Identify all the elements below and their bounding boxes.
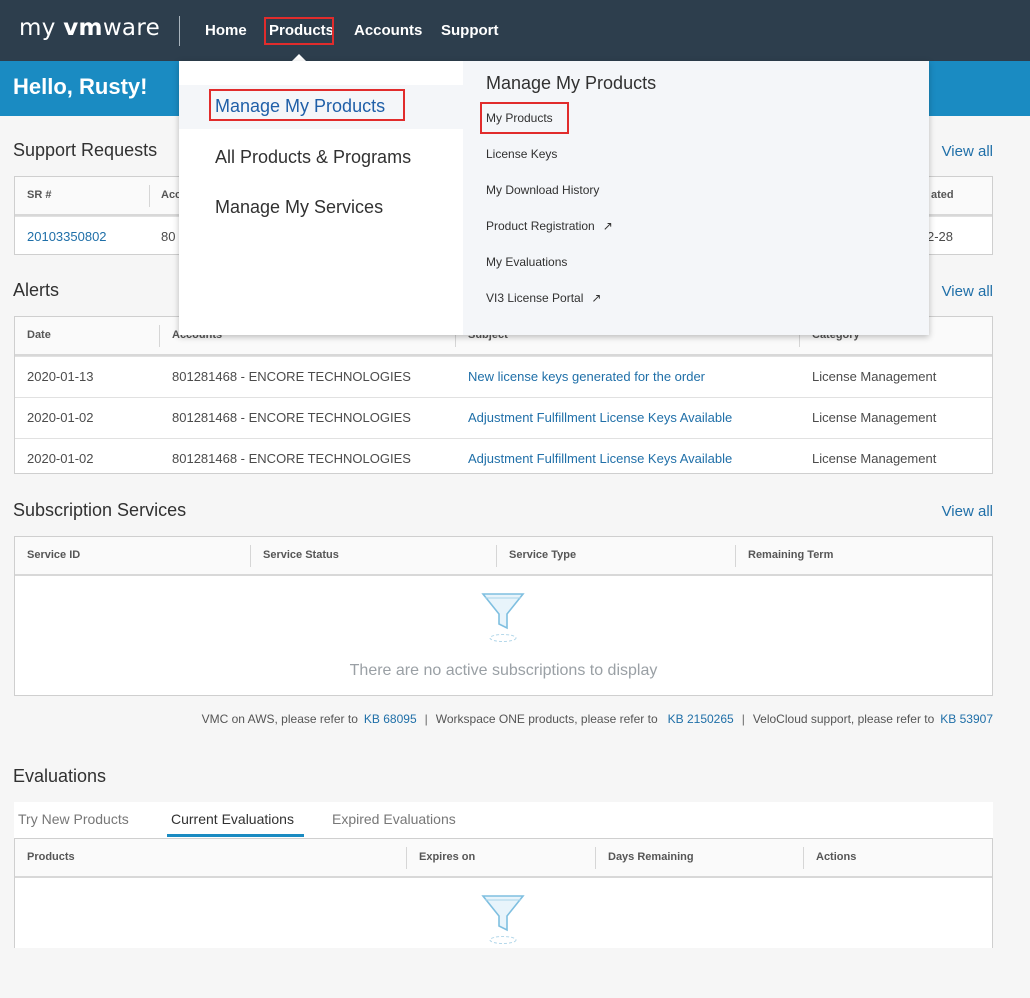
greeting-text: Hello, Rusty! bbox=[13, 74, 148, 99]
table-row: 2020-01-02 801281468 - ENCORE TECHNOLOGI… bbox=[15, 397, 992, 438]
table-row: 2020-01-02 801281468 - ENCORE TECHNOLOGI… bbox=[15, 438, 992, 479]
alert-category: License Management bbox=[812, 410, 937, 425]
tab-try-new-products[interactable]: Try New Products bbox=[18, 811, 129, 827]
alert-account: 801281468 - ENCORE TECHNOLOGIES bbox=[172, 410, 411, 425]
vmware-logo[interactable]: my vmware bbox=[19, 15, 160, 41]
link-label: VI3 License Portal bbox=[486, 291, 584, 305]
column-divider bbox=[803, 847, 804, 869]
subscription-services-title: Subscription Services bbox=[13, 500, 187, 520]
table-header: Service ID Service Status Service Type R… bbox=[15, 537, 992, 576]
active-tab-indicator bbox=[167, 834, 304, 837]
evaluations-table: Products Expires on Days Remaining Actio… bbox=[14, 838, 993, 948]
products-dropdown-menu: Manage My Products All Products & Progra… bbox=[179, 61, 929, 335]
alerts-table: Date Accounts Subject Category 2020-01-1… bbox=[14, 316, 993, 474]
evaluations-title: Evaluations bbox=[13, 766, 107, 786]
column-header[interactable]: SR # bbox=[27, 177, 51, 214]
column-divider bbox=[496, 545, 497, 567]
column-divider bbox=[406, 847, 407, 869]
alerts-title: Alerts bbox=[13, 280, 60, 300]
table-row: 2020-01-13 801281468 - ENCORE TECHNOLOGI… bbox=[15, 356, 992, 397]
ref-text: VeloCloud support, please refer to bbox=[752, 712, 935, 726]
alert-date: 2020-01-13 bbox=[27, 369, 94, 384]
link-license-keys[interactable]: License Keys bbox=[486, 147, 557, 161]
nav-support[interactable]: Support bbox=[441, 0, 499, 61]
menu-all-products-programs[interactable]: All Products & Programs bbox=[215, 147, 411, 168]
kb-link[interactable]: KB 53907 bbox=[940, 712, 993, 726]
column-divider bbox=[250, 545, 251, 567]
kb-link[interactable]: KB 68095 bbox=[364, 712, 417, 726]
link-my-evaluations[interactable]: My Evaluations bbox=[486, 255, 567, 269]
ref-text: Workspace ONE products, please refer to bbox=[435, 712, 658, 726]
sr-number-link[interactable]: 20103350802 bbox=[27, 217, 107, 257]
table-cell: 80 bbox=[161, 229, 176, 244]
link-product-registration[interactable]: Product Registration ↗ bbox=[486, 219, 613, 233]
tab-expired-evaluations[interactable]: Expired Evaluations bbox=[332, 811, 456, 827]
alert-account: 801281468 - ENCORE TECHNOLOGIES bbox=[172, 451, 411, 466]
my-products-highlight bbox=[480, 102, 569, 134]
nav-accounts[interactable]: Accounts bbox=[354, 0, 422, 61]
ref-text: VMC on AWS, please refer to bbox=[201, 712, 358, 726]
column-header[interactable]: Service ID bbox=[27, 537, 80, 574]
alert-account: 801281468 - ENCORE TECHNOLOGIES bbox=[172, 369, 411, 384]
column-header[interactable]: Expires on bbox=[419, 839, 475, 876]
subscriptions-table: Service ID Service Status Service Type R… bbox=[14, 536, 993, 696]
support-requests-title: Support Requests bbox=[13, 140, 158, 160]
manage-my-products-highlight bbox=[209, 89, 405, 121]
column-divider bbox=[595, 847, 596, 869]
nav-home[interactable]: Home bbox=[205, 0, 247, 61]
column-header[interactable]: Date bbox=[27, 317, 51, 354]
alert-date: 2020-01-02 bbox=[27, 410, 94, 425]
column-divider bbox=[735, 545, 736, 567]
kb-link[interactable]: KB 2150265 bbox=[668, 712, 734, 726]
funnel-icon bbox=[481, 593, 525, 642]
alerts-view-all-link[interactable]: View all bbox=[942, 283, 993, 300]
external-link-icon: ↗ bbox=[602, 219, 613, 233]
tab-current-evaluations[interactable]: Current Evaluations bbox=[171, 811, 294, 827]
top-navigation-bar: my vmware Home Products Accounts Support bbox=[0, 0, 1030, 62]
dropdown-categories: Manage My Products All Products & Progra… bbox=[179, 61, 463, 335]
support-view-all-link[interactable]: View all bbox=[942, 143, 993, 160]
funnel-icon bbox=[481, 895, 525, 944]
submenu-heading: Manage My Products bbox=[486, 73, 657, 93]
subscriptions-view-all-link[interactable]: View all bbox=[942, 503, 993, 520]
link-label: Product Registration bbox=[486, 219, 595, 233]
table-header: Products Expires on Days Remaining Actio… bbox=[15, 839, 992, 878]
column-header[interactable]: Remaining Term bbox=[748, 537, 833, 574]
column-header[interactable]: ated bbox=[931, 177, 954, 214]
table-cell: 2-28 bbox=[927, 229, 954, 244]
nav-products-highlight bbox=[264, 17, 334, 45]
alert-subject-link[interactable]: Adjustment Fulfillment License Keys Avai… bbox=[468, 439, 732, 479]
logo-my: my bbox=[19, 15, 56, 41]
empty-state bbox=[15, 878, 992, 998]
alert-subject-link[interactable]: Adjustment Fulfillment License Keys Avai… bbox=[468, 398, 732, 438]
column-header[interactable]: Actions bbox=[816, 839, 856, 876]
link-my-download-history[interactable]: My Download History bbox=[486, 183, 599, 197]
column-divider bbox=[149, 185, 150, 207]
dropdown-submenu: Manage My Products My Products License K… bbox=[463, 61, 929, 335]
ref-separator: | bbox=[741, 712, 745, 726]
external-link-icon: ↗ bbox=[591, 291, 602, 305]
column-header[interactable]: Days Remaining bbox=[608, 839, 694, 876]
alert-category: License Management bbox=[812, 451, 937, 466]
column-header[interactable]: Products bbox=[27, 839, 75, 876]
nav-divider bbox=[179, 16, 180, 46]
logo-ware: ware bbox=[102, 15, 161, 41]
empty-state: There are no active subscriptions to dis… bbox=[15, 576, 992, 696]
ref-separator: | bbox=[424, 712, 428, 726]
column-header[interactable]: Service Status bbox=[263, 537, 339, 574]
alert-date: 2020-01-02 bbox=[27, 451, 94, 466]
column-header[interactable]: Service Type bbox=[509, 537, 576, 574]
alert-subject-link[interactable]: New license keys generated for the order bbox=[468, 357, 705, 397]
kb-reference-line: VMC on AWS, please refer to KB 68095 | Work… bbox=[0, 712, 993, 726]
link-vi3-license-portal[interactable]: VI3 License Portal ↗ bbox=[486, 291, 601, 305]
evaluations-tabs: Try New Products Current Evaluations Exp… bbox=[14, 802, 993, 838]
menu-manage-my-services[interactable]: Manage My Services bbox=[215, 197, 383, 218]
logo-vm: vm bbox=[63, 15, 103, 41]
empty-state-text: There are no active subscriptions to dis… bbox=[349, 662, 658, 679]
alert-category: License Management bbox=[812, 369, 937, 384]
column-divider bbox=[159, 325, 160, 347]
